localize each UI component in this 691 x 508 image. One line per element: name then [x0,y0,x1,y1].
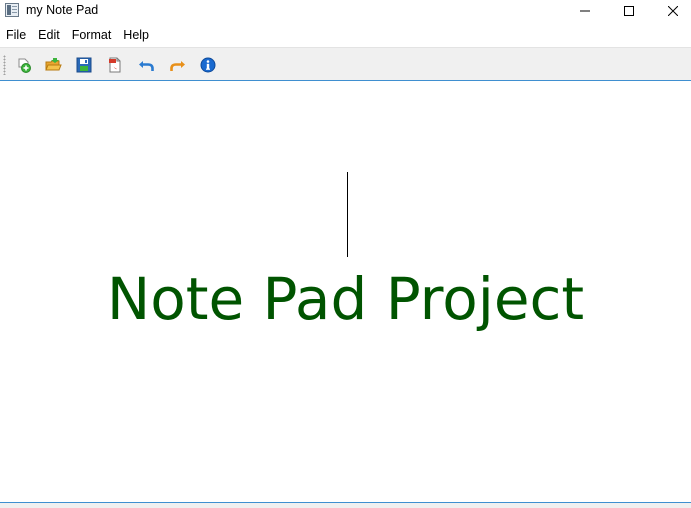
minimize-icon [580,10,590,12]
export-pdf-icon [109,57,121,73]
maximize-button[interactable] [607,0,651,22]
new-file-icon [18,58,31,73]
info-button[interactable] [198,55,218,75]
toolbar-grip[interactable] [3,55,6,75]
close-icon [668,6,678,16]
menu-edit[interactable]: Edit [32,25,66,45]
close-button[interactable] [651,0,691,22]
text-editor[interactable]: Note Pad Project [0,81,691,502]
menu-file[interactable]: File [0,25,32,45]
save-button[interactable] [74,55,94,75]
notepad-window: my Note Pad File Edit Format Help Note P… [0,0,691,508]
open-folder-icon [44,58,62,71]
editor-content[interactable]: Note Pad Project [0,265,691,333]
new-file-button[interactable] [14,55,34,75]
export-pdf-button[interactable] [105,55,125,75]
info-icon [200,57,216,73]
text-caret [347,172,348,257]
open-button[interactable] [43,55,63,75]
notepad-app-icon [5,3,19,17]
title-bar: my Note Pad [0,0,691,22]
window-title: my Note Pad [26,3,99,17]
undo-button[interactable] [136,55,156,75]
minimize-button[interactable] [563,0,607,22]
save-icon [76,57,92,73]
menu-help[interactable]: Help [117,25,155,45]
redo-button[interactable] [167,55,187,75]
status-bar [0,503,691,508]
redo-icon [169,61,185,71]
toolbar [0,47,691,81]
undo-icon [138,61,154,71]
menu-bar: File Edit Format Help [0,25,691,45]
menu-format[interactable]: Format [66,25,118,45]
maximize-icon [624,6,634,16]
